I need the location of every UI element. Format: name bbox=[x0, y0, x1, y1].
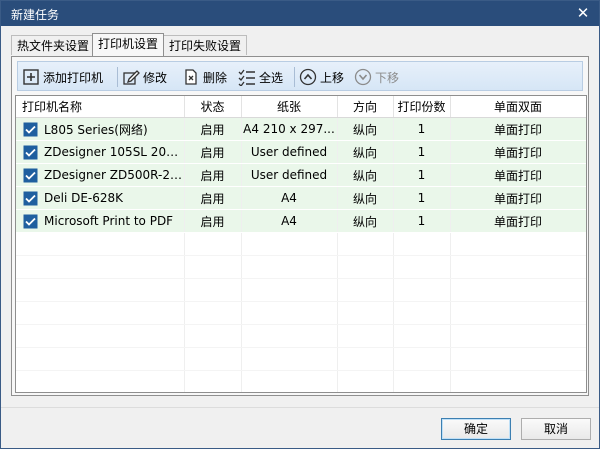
empty-table-row bbox=[16, 232, 586, 256]
table-row[interactable]: Microsoft Print to PDF 启用 A4 纵向 1 单面打印 bbox=[16, 209, 586, 233]
paper-cell: A4 bbox=[241, 209, 338, 233]
status-cell: 启用 bbox=[184, 163, 242, 187]
select-all-button[interactable]: 全选 bbox=[238, 66, 283, 88]
toolbar-separator bbox=[294, 67, 295, 87]
copies-cell: 1 bbox=[393, 186, 451, 210]
title-bar[interactable]: 新建任务 ✕ bbox=[1, 1, 599, 26]
column-header-orientation[interactable]: 方向 bbox=[337, 96, 394, 118]
orientation-cell: 纵向 bbox=[337, 163, 394, 187]
new-task-dialog: 新建任务 ✕ 热文件夹设置 打印机设置 打印失败设置 添加打印机 修改 删除 全… bbox=[0, 0, 600, 449]
duplex-cell: 单面打印 bbox=[450, 186, 586, 210]
edit-label: 修改 bbox=[143, 70, 168, 85]
move-down-label: 下移 bbox=[375, 70, 400, 85]
move-up-button[interactable]: 上移 bbox=[299, 66, 344, 88]
copies-cell: 1 bbox=[393, 163, 451, 187]
empty-table-row bbox=[16, 278, 586, 302]
printer-name: ZDesigner 105SL 203DPI bbox=[44, 145, 184, 159]
orientation-cell: 纵向 bbox=[337, 209, 394, 233]
empty-table-row bbox=[16, 255, 586, 279]
printer-table: 打印机名称 状态 纸张 方向 打印份数 单面双面 L805 Series(网络)… bbox=[15, 95, 587, 393]
toolbar: 添加打印机 修改 删除 全选 上移 下移 bbox=[17, 61, 583, 91]
duplex-cell: 单面打印 bbox=[450, 117, 586, 141]
window-title: 新建任务 bbox=[11, 8, 60, 22]
pencil-icon bbox=[123, 70, 140, 85]
cancel-button[interactable]: 取消 bbox=[521, 418, 591, 440]
move-down-button[interactable]: 下移 bbox=[354, 66, 399, 88]
checkbox-checked-icon[interactable] bbox=[23, 168, 38, 183]
paper-cell: User defined bbox=[241, 140, 338, 164]
column-header-copies[interactable]: 打印份数 bbox=[393, 96, 451, 118]
add-printer-label: 添加打印机 bbox=[43, 70, 104, 85]
status-cell: 启用 bbox=[184, 209, 242, 233]
tab-label: 热文件夹设置 bbox=[17, 39, 90, 53]
paper-cell: A4 bbox=[241, 186, 338, 210]
checkbox-checked-icon[interactable] bbox=[23, 191, 38, 206]
down-circle-icon bbox=[354, 68, 372, 86]
column-header-status[interactable]: 状态 bbox=[184, 96, 242, 118]
edit-button[interactable]: 修改 bbox=[122, 66, 167, 88]
duplex-cell: 单面打印 bbox=[450, 140, 586, 164]
tab-label: 打印失败设置 bbox=[169, 39, 242, 53]
copies-cell: 1 bbox=[393, 209, 451, 233]
duplex-cell: 单面打印 bbox=[450, 163, 586, 187]
printer-name: Deli DE-628K bbox=[44, 191, 124, 205]
empty-table-row bbox=[16, 347, 586, 371]
printer-name: Microsoft Print to PDF bbox=[44, 214, 174, 228]
printer-settings-panel: 添加打印机 修改 删除 全选 上移 下移 打印机名称 状态 纸张 方向 打印份数… bbox=[11, 56, 589, 396]
ok-button[interactable]: 确定 bbox=[441, 418, 511, 440]
column-header-paper[interactable]: 纸张 bbox=[241, 96, 338, 118]
column-header-duplex[interactable]: 单面双面 bbox=[450, 96, 586, 118]
copies-cell: 1 bbox=[393, 140, 451, 164]
tab-print-failure-settings[interactable]: 打印失败设置 bbox=[163, 35, 247, 55]
delete-document-icon bbox=[185, 69, 197, 85]
printer-name: ZDesigner ZD500R-203... bbox=[44, 168, 184, 182]
table-header-row: 打印机名称 状态 纸张 方向 打印份数 单面双面 bbox=[16, 96, 586, 118]
checkbox-checked-icon[interactable] bbox=[23, 214, 38, 229]
copies-cell: 1 bbox=[393, 117, 451, 141]
up-circle-icon bbox=[299, 68, 317, 86]
printer-name: L805 Series(网络) bbox=[44, 122, 148, 137]
printer-name-cell: Deli DE-628K bbox=[16, 186, 185, 210]
printer-name-cell: L805 Series(网络) bbox=[16, 117, 185, 141]
table-row[interactable]: Deli DE-628K 启用 A4 纵向 1 单面打印 bbox=[16, 186, 586, 210]
paper-cell: A4 210 x 297... bbox=[241, 117, 338, 141]
status-cell: 启用 bbox=[184, 117, 242, 141]
add-printer-button[interactable]: 添加打印机 bbox=[22, 66, 103, 88]
duplex-cell: 单面打印 bbox=[450, 209, 586, 233]
paper-cell: User defined bbox=[241, 163, 338, 187]
tab-printer-settings[interactable]: 打印机设置 bbox=[92, 33, 164, 56]
checklist-icon bbox=[238, 69, 255, 86]
table-row[interactable]: ZDesigner ZD500R-203... 启用 User defined … bbox=[16, 163, 586, 187]
table-row[interactable]: L805 Series(网络) 启用 A4 210 x 297... 纵向 1 … bbox=[16, 117, 586, 141]
orientation-cell: 纵向 bbox=[337, 117, 394, 141]
checkbox-checked-icon[interactable] bbox=[23, 145, 38, 160]
orientation-cell: 纵向 bbox=[337, 140, 394, 164]
select-all-label: 全选 bbox=[259, 70, 284, 85]
tab-hot-folder-settings[interactable]: 热文件夹设置 bbox=[11, 35, 93, 55]
toolbar-separator bbox=[117, 67, 118, 87]
dialog-footer-divider bbox=[1, 407, 599, 408]
empty-table-row bbox=[16, 301, 586, 325]
table-row[interactable]: ZDesigner 105SL 203DPI 启用 User defined 纵… bbox=[16, 140, 586, 164]
move-up-label: 上移 bbox=[320, 70, 345, 85]
printer-name-cell: ZDesigner 105SL 203DPI bbox=[16, 140, 185, 164]
delete-button[interactable]: 删除 bbox=[182, 66, 227, 88]
empty-table-row bbox=[16, 370, 586, 392]
close-icon[interactable]: ✕ bbox=[573, 3, 593, 23]
status-cell: 启用 bbox=[184, 186, 242, 210]
plus-box-icon bbox=[23, 69, 39, 85]
status-cell: 启用 bbox=[184, 140, 242, 164]
printer-name-cell: Microsoft Print to PDF bbox=[16, 209, 185, 233]
delete-label: 删除 bbox=[203, 70, 228, 85]
orientation-cell: 纵向 bbox=[337, 186, 394, 210]
printer-name-cell: ZDesigner ZD500R-203... bbox=[16, 163, 185, 187]
tab-label: 打印机设置 bbox=[98, 37, 159, 51]
checkbox-checked-icon[interactable] bbox=[23, 122, 38, 137]
column-header-printer-name[interactable]: 打印机名称 bbox=[16, 96, 185, 118]
empty-table-row bbox=[16, 324, 586, 348]
